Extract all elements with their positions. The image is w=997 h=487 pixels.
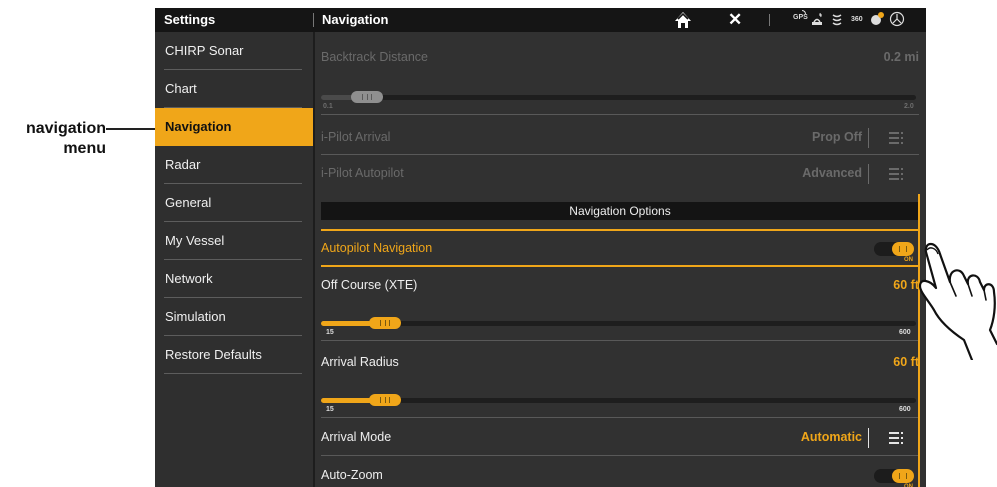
selection-bottom-line — [321, 265, 919, 267]
list-menu-icon[interactable] — [889, 132, 903, 144]
arrival-radius-label: Arrival Radius — [321, 355, 399, 369]
divider — [321, 340, 919, 341]
ipilot-autopilot-label: i-Pilot Autopilot — [321, 166, 404, 180]
off-course-slider[interactable] — [321, 317, 916, 329]
callout-line1: navigation — [25, 120, 106, 137]
list-menu-icon[interactable] — [889, 168, 903, 180]
divider — [868, 128, 869, 148]
divider — [321, 114, 919, 115]
arrival-mode-value: Automatic — [800, 430, 862, 444]
auto-zoom-toggle[interactable] — [874, 469, 914, 483]
arrival-mode-label: Arrival Mode — [321, 430, 392, 444]
autopilot-navigation-label: Autopilot Navigation — [321, 241, 433, 255]
sidebar-item-label: Chart — [165, 81, 197, 96]
gps-status-icon: GPS — [793, 10, 808, 28]
pane-divider — [313, 32, 315, 487]
sidebar-item-general[interactable]: General — [155, 184, 313, 222]
sidebar-item-label: Restore Defaults — [165, 347, 262, 362]
sidebar-item-chart[interactable]: Chart — [155, 70, 313, 108]
sidebar-item-label: Network — [165, 271, 213, 286]
backtrack-max-tick: 2.0 — [904, 103, 914, 110]
sidebar-item-radar[interactable]: Radar — [155, 146, 313, 184]
list-menu-icon[interactable] — [889, 432, 903, 444]
divider — [321, 455, 919, 456]
sidebar-item-label: Navigation — [165, 119, 232, 134]
status-separator — [769, 14, 770, 26]
home-icon[interactable] — [674, 10, 692, 30]
divider — [321, 417, 919, 418]
backtrack-slider-thumb[interactable] — [351, 91, 383, 103]
sidebar-item-my-vessel[interactable]: My Vessel — [155, 222, 313, 260]
title-separator — [313, 13, 314, 27]
callout-label: navigation menu — [0, 119, 106, 159]
arrival-radius-min-tick: 15 — [326, 406, 334, 413]
off-course-label: Off Course (XTE) — [321, 278, 418, 292]
pointing-hand-icon — [918, 242, 997, 360]
close-icon[interactable]: ✕ — [728, 9, 742, 31]
backtrack-min-tick: 0.1 — [323, 103, 333, 110]
auto-zoom-row[interactable]: Auto-Zoom ON — [321, 464, 919, 487]
sidebar-item-label: General — [165, 195, 212, 210]
backtrack-distance-row: Backtrack Distance 0.2 mi — [321, 50, 919, 70]
top-bar: Settings Navigation ✕ GPS 360 — [155, 8, 926, 32]
callout-leader-line — [106, 128, 156, 130]
settings-title: Settings — [164, 12, 216, 27]
divider — [868, 428, 869, 448]
sidebar-item-restore-defaults[interactable]: Restore Defaults — [155, 336, 313, 374]
off-course-row: Off Course (XTE) 60 ft — [321, 278, 919, 298]
ipilot-autopilot-row[interactable]: i-Pilot Autopilot Advanced — [321, 162, 919, 186]
divider — [868, 164, 869, 184]
sidebar-item-network[interactable]: Network — [155, 260, 313, 298]
auto-zoom-label: Auto-Zoom — [321, 468, 383, 482]
stage: navigation menu Settings Navigation ✕ GP… — [0, 0, 997, 487]
sonar-status-icon — [832, 14, 842, 26]
sidebar-item-label: My Vessel — [165, 233, 225, 248]
360-status-icon: 360 — [851, 16, 863, 23]
navigation-options-header: Navigation Options — [321, 202, 919, 220]
ipilot-status-icon — [871, 12, 884, 25]
arrival-radius-slider[interactable] — [321, 394, 916, 406]
sidebar-item-label: Radar — [165, 157, 201, 172]
selection-top-line — [321, 229, 919, 231]
sidebar-item-simulation[interactable]: Simulation — [155, 298, 313, 336]
arrival-radius-slider-thumb[interactable] — [369, 394, 401, 406]
backtrack-distance-label: Backtrack Distance — [321, 50, 428, 64]
arrival-radius-max-tick: 600 — [899, 406, 911, 413]
satellite-status-icon — [812, 13, 822, 25]
navigation-settings-pane: Backtrack Distance 0.2 mi 0.1 2.0 i-Pilo… — [313, 32, 926, 487]
arrival-radius-row: Arrival Radius 60 ft — [321, 355, 919, 375]
settings-sidebar: CHIRP Sonar Chart Navigation Radar Gener… — [155, 32, 324, 487]
sidebar-item-label: Simulation — [165, 309, 226, 324]
backtrack-distance-slider[interactable] — [321, 91, 916, 103]
off-course-slider-thumb[interactable] — [369, 317, 401, 329]
sidebar-item-chirp-sonar[interactable]: CHIRP Sonar — [155, 32, 313, 70]
callout-line2: menu — [63, 140, 106, 157]
ipilot-arrival-label: i-Pilot Arrival — [321, 130, 391, 144]
off-course-min-tick: 15 — [326, 329, 334, 336]
backtrack-distance-value: 0.2 mi — [883, 50, 919, 64]
ipilot-arrival-row[interactable]: i-Pilot Arrival Prop Off — [321, 126, 919, 150]
gps-label: GPS — [793, 14, 808, 21]
autopilot-navigation-row[interactable]: Autopilot Navigation ON — [321, 236, 919, 263]
sidebar-item-navigation[interactable]: Navigation — [155, 108, 324, 146]
divider — [321, 154, 919, 155]
ipilot-autopilot-value: Advanced — [802, 166, 862, 180]
pane-title: Navigation — [322, 12, 389, 27]
ipilot-arrival-value: Prop Off — [812, 130, 862, 144]
power-status-icon[interactable] — [889, 11, 905, 27]
arrival-mode-row[interactable]: Arrival Mode Automatic — [321, 426, 919, 450]
sidebar-item-label: CHIRP Sonar — [165, 43, 244, 58]
device-screen: Settings Navigation ✕ GPS 360 CHIRP Sona… — [155, 8, 926, 487]
